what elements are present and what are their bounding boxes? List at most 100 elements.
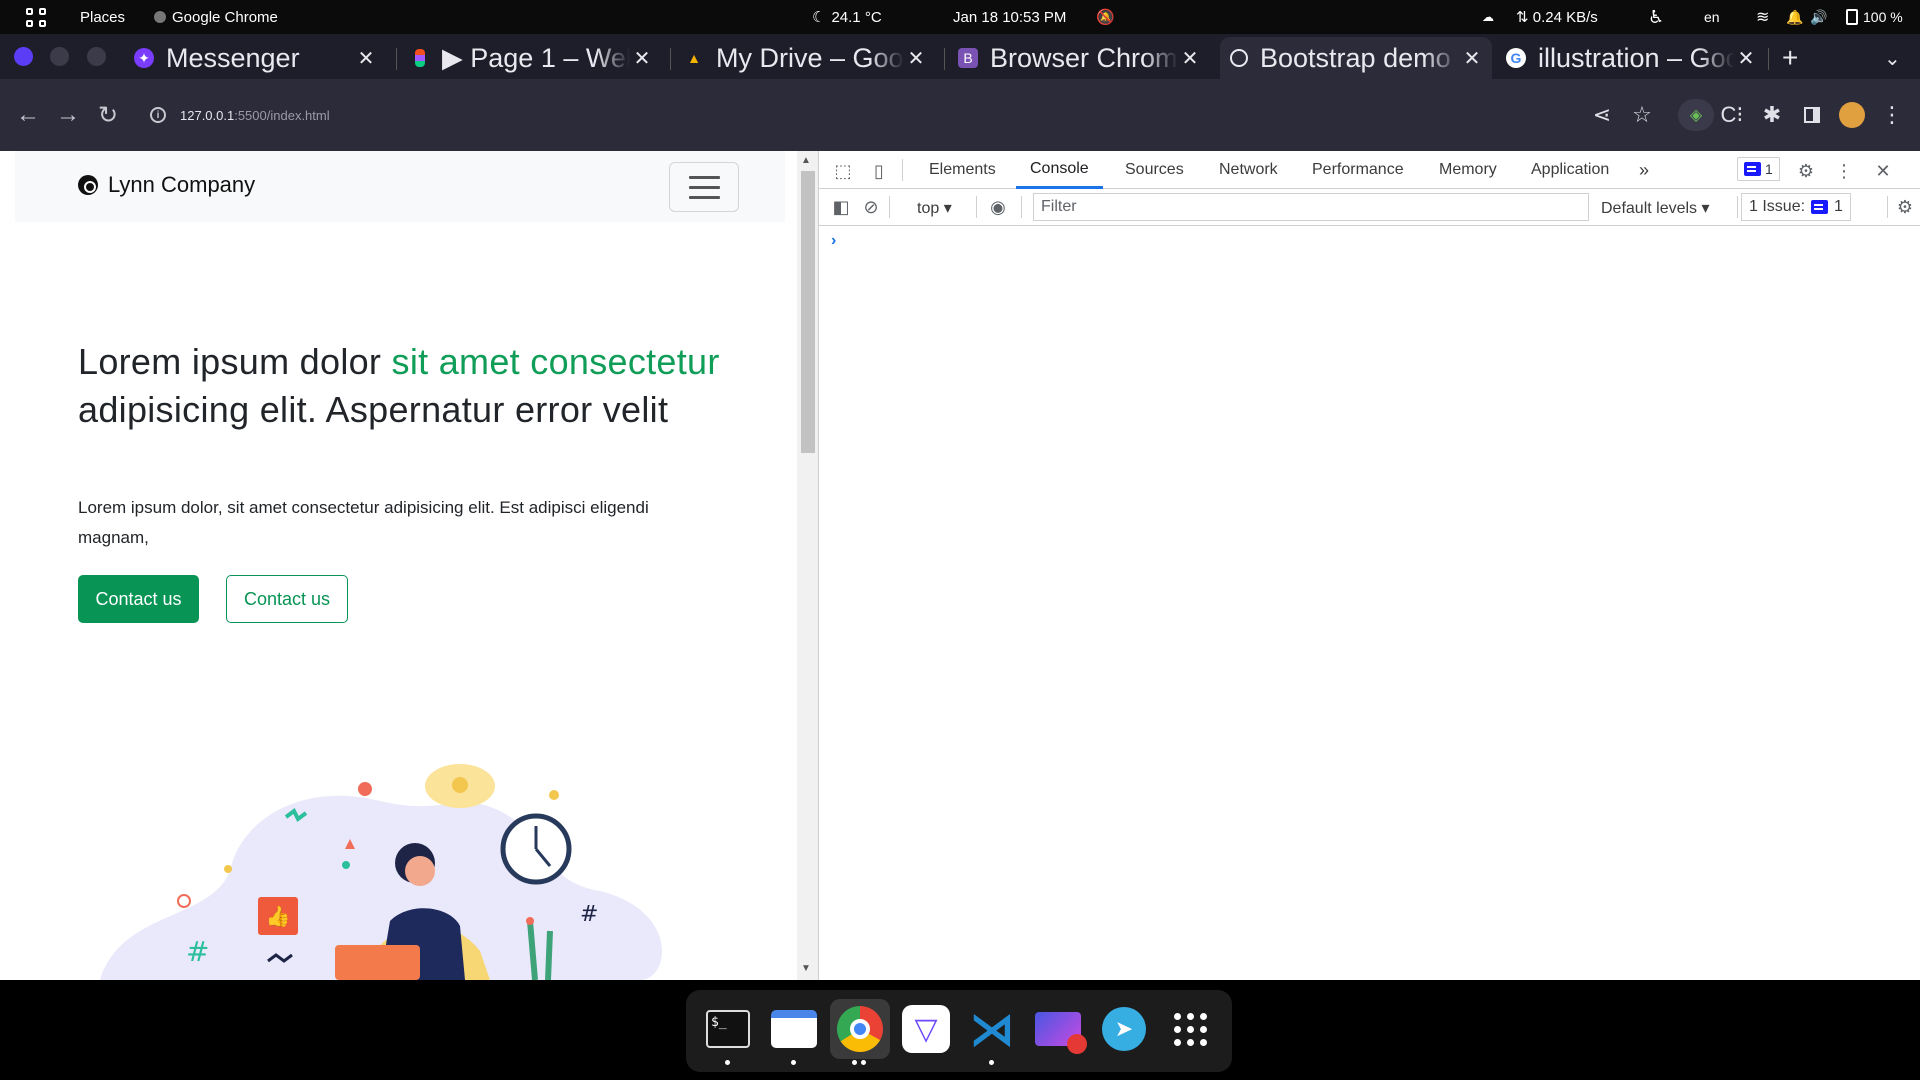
clear-console-icon[interactable]: ⊘ <box>859 195 883 219</box>
share-icon[interactable]: ⋖ <box>1586 99 1618 131</box>
dock: $_ ▽ ⋊ ➤ <box>686 990 1232 1072</box>
navbar-toggler-button[interactable] <box>669 162 739 212</box>
devtools-tab-sources[interactable]: Sources <box>1125 151 1184 189</box>
tab-search-chevron-icon[interactable]: ⌄ <box>1884 46 1901 71</box>
show-apps-grid-icon[interactable] <box>1160 999 1220 1059</box>
messenger-icon: ✦ <box>134 48 154 68</box>
tab-strip: ✦ Messenger ✕ ▶ Page 1 – Web ✕ ▲ My Driv… <box>0 34 1920 79</box>
page-scrollbar-thumb[interactable] <box>801 171 815 453</box>
tab-figma[interactable]: ▶ Page 1 – Web ✕ <box>400 37 662 79</box>
chrome-menu-icon[interactable]: ⋮ <box>1876 99 1908 131</box>
contact-us-primary-button[interactable]: Contact us <box>78 575 199 623</box>
devtools-menu-icon[interactable]: ⋮ <box>1832 159 1856 183</box>
files-app-icon[interactable] <box>764 999 824 1065</box>
close-icon[interactable]: ✕ <box>1178 46 1202 71</box>
devtools-tab-console[interactable]: Console <box>1016 151 1103 189</box>
tab-my-drive[interactable]: ▲ My Drive – Google Drive ✕ <box>674 37 936 79</box>
settings-gear-icon[interactable]: ⚙ <box>1794 159 1818 183</box>
tab-browser-chrome[interactable]: B Browser Chrome ✕ <box>948 37 1210 79</box>
svg-text:👍: 👍 <box>266 904 291 928</box>
accessibility-icon[interactable]: ♿ <box>1648 0 1664 34</box>
places-menu[interactable]: Places <box>80 0 125 34</box>
scroll-up-arrow-icon[interactable]: ▲ <box>801 155 811 166</box>
devtools-tab-performance[interactable]: Performance <box>1312 151 1404 189</box>
address-bar[interactable]: i 127.0.0.1:5500/index.html <box>136 91 1666 139</box>
tab-illustration[interactable]: G illustration – Google ✕ <box>1496 37 1766 79</box>
device-toolbar-icon[interactable]: ▯ <box>867 159 891 183</box>
show-sidebar-icon[interactable]: ◧ <box>829 195 853 219</box>
devtools-tab-network[interactable]: Network <box>1219 151 1278 189</box>
tab-messenger[interactable]: ✦ Messenger ✕ <box>124 37 386 79</box>
contact-us-outline-button[interactable]: Contact us <box>226 575 348 623</box>
proton-vpn-app-icon[interactable]: ▽ <box>896 999 956 1059</box>
battery-text: 100 % <box>1863 9 1903 25</box>
issues-count: 1 <box>1765 161 1773 177</box>
bookmark-star-icon[interactable]: ☆ <box>1626 99 1658 131</box>
profile-avatar[interactable] <box>1836 99 1868 131</box>
wifi-icon[interactable]: ≋ <box>1756 0 1769 34</box>
log-levels-dropdown[interactable]: Default levels ▾ <box>1601 189 1710 226</box>
scroll-down-arrow-icon[interactable]: ▼ <box>801 963 811 974</box>
telegram-app-icon[interactable]: ➤ <box>1094 999 1154 1059</box>
devtools-tab-memory[interactable]: Memory <box>1439 151 1497 189</box>
app-grid-icon[interactable] <box>26 0 48 34</box>
battery-indicator[interactable]: 100 % <box>1846 0 1903 34</box>
console-toolbar: ◧ ⊘ top ▾ ◉ Default levels ▾ 1 Issue: 1 … <box>819 189 1920 226</box>
issues-badge-count: 1 <box>1834 198 1843 215</box>
close-icon[interactable]: ✕ <box>354 46 378 71</box>
reload-button[interactable]: ↻ <box>92 99 124 131</box>
console-prompt[interactable]: › <box>831 232 836 250</box>
issues-link-button[interactable]: 1 Issue: 1 <box>1741 193 1851 221</box>
brand-logo-icon <box>78 175 98 195</box>
weather-icon: ☾ <box>812 9 826 26</box>
more-tabs-chevron-icon[interactable]: » <box>1639 151 1649 189</box>
close-icon[interactable]: ✕ <box>904 46 928 71</box>
extension-icon[interactable]: ◈ <box>1678 99 1714 131</box>
devtools-tab-elements[interactable]: Elements <box>929 151 996 189</box>
tab-title: Bootstrap demo <box>1260 42 1451 73</box>
forward-button[interactable]: → <box>52 99 84 131</box>
language-indicator[interactable]: en <box>1704 0 1720 34</box>
tab-title: illustration – Google <box>1538 42 1734 73</box>
issues-counter-button[interactable]: 1 <box>1737 157 1780 181</box>
site-info-icon[interactable]: i <box>150 107 166 123</box>
puzzle-extensions-icon[interactable]: ✱ <box>1756 99 1788 131</box>
close-icon[interactable]: ✕ <box>1734 46 1758 71</box>
live-expression-eye-icon[interactable]: ◉ <box>986 195 1010 219</box>
svg-text:#: # <box>580 902 598 927</box>
back-button[interactable]: ← <box>12 99 44 131</box>
devtools-tab-bar: ⬚ ▯ Elements Console Sources Network Per… <box>819 151 1920 189</box>
app-menu[interactable]: Google Chrome <box>154 0 278 34</box>
devtools-tab-application[interactable]: Application <box>1531 151 1609 189</box>
browser-toolbar: ← → ↻ i 127.0.0.1:5500/index.html ⋖ ☆ ◈ … <box>0 79 1920 151</box>
tab-bootstrap-demo[interactable]: Bootstrap demo ✕ <box>1220 37 1492 79</box>
brand-name: Lynn Company <box>108 172 256 197</box>
close-window-button[interactable] <box>14 47 33 66</box>
css-extension-icon[interactable]: C⁝ <box>1716 99 1748 131</box>
close-devtools-icon[interactable]: ✕ <box>1871 159 1895 183</box>
side-panel-icon[interactable] <box>1796 99 1828 131</box>
dnd-bell-icon[interactable]: 🔕 <box>1096 0 1115 34</box>
clock[interactable]: Jan 18 10:53 PM <box>953 0 1066 34</box>
close-icon[interactable]: ✕ <box>1460 46 1484 71</box>
volume-icon[interactable]: 🔊 <box>1810 0 1827 34</box>
weather-indicator[interactable]: ☾ 24.1 °C <box>812 0 882 34</box>
url-text[interactable]: 127.0.0.1:5500/index.html <box>180 108 330 123</box>
close-icon[interactable]: ✕ <box>630 46 654 71</box>
screen-recorder-app-icon[interactable] <box>1028 999 1088 1059</box>
vscode-app-icon[interactable]: ⋊ <box>962 999 1022 1065</box>
console-settings-gear-icon[interactable]: ⚙ <box>1893 195 1917 219</box>
maximize-window-button[interactable] <box>87 47 106 66</box>
devtools-panel: ⬚ ▯ Elements Console Sources Network Per… <box>818 151 1920 980</box>
console-filter-input[interactable] <box>1033 193 1589 221</box>
notification-icon[interactable]: 🔔 <box>1786 0 1803 34</box>
battery-icon <box>1846 9 1858 25</box>
terminal-app-icon[interactable]: $_ <box>698 999 758 1065</box>
inspect-element-icon[interactable]: ⬚ <box>831 159 855 183</box>
context-selector[interactable]: top ▾ <box>917 189 952 226</box>
new-tab-button[interactable]: + <box>1782 42 1798 74</box>
minimize-window-button[interactable] <box>50 47 69 66</box>
navbar-brand[interactable]: Lynn Company <box>78 172 255 198</box>
dock-area: $_ ▽ ⋊ ➤ <box>0 980 1920 1080</box>
chrome-app-icon[interactable] <box>830 999 890 1065</box>
